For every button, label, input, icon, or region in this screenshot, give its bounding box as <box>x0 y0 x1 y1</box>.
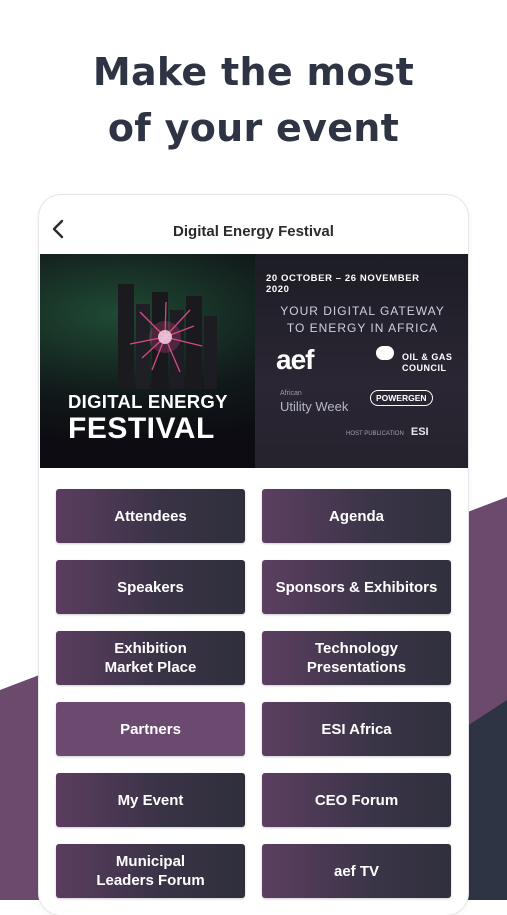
esi-africa-logo: HOST PUBLICATION ESI <box>346 426 429 438</box>
municipal-leaders-forum-button[interactable]: Municipal Leaders Forum <box>56 844 245 898</box>
powergen-logo: POWERGEN <box>370 390 433 406</box>
oil-gas-logo-mark-icon <box>376 346 394 360</box>
ceo-forum-button[interactable]: CEO Forum <box>262 773 451 827</box>
exhibition-market-place-button[interactable]: Exhibition Market Place <box>56 631 245 685</box>
aef-tv-button[interactable]: aef TV <box>262 844 451 898</box>
festival-name-line-2: FESTIVAL <box>68 411 215 445</box>
top-bar: Digital Energy Festival <box>39 195 468 253</box>
tile-label: Attendees <box>114 507 187 525</box>
tile-label: Speakers <box>117 578 184 596</box>
attendees-button[interactable]: Attendees <box>56 489 245 543</box>
skyline-sparkle-graphic <box>118 284 217 389</box>
speakers-button[interactable]: Speakers <box>56 560 245 614</box>
page-title: Digital Energy Festival <box>173 223 334 240</box>
utility-week-logo: African Utility Week <box>280 387 348 413</box>
esi-small: HOST PUBLICATION <box>346 431 404 437</box>
oil-gas-line-1: OIL & GAS <box>402 352 453 362</box>
menu-grid: Attendees Agenda Speakers Sponsors & Exh… <box>56 489 452 898</box>
tile-label: Exhibition Market Place <box>104 640 197 676</box>
tile-label: Agenda <box>328 507 384 525</box>
phone-frame: Digital Energy Festival 20 OCTOBER – 26 … <box>39 195 468 915</box>
event-dates: 20 OCTOBER – 26 NOVEMBER 2020 <box>266 273 420 295</box>
tile-label: Sponsors & Exhibitors <box>275 578 438 596</box>
oil-gas-line-2: COUNCIL <box>402 363 447 373</box>
esi-africa-button[interactable]: ESI Africa <box>262 702 451 756</box>
tile-label: Municipal Leaders Forum <box>96 853 205 889</box>
technology-presentations-button[interactable]: Technology Presentations <box>262 631 451 685</box>
tile-label: My Event <box>117 791 184 809</box>
banner-tagline: YOUR DIGITAL GATEWAY TO ENERGY IN AFRICA <box>275 303 450 337</box>
headline-line-2: of your event <box>107 106 400 150</box>
tagline-line-1: YOUR DIGITAL GATEWAY <box>280 304 445 318</box>
my-event-button[interactable]: My Event <box>56 773 245 827</box>
sponsors-exhibitors-button[interactable]: Sponsors & Exhibitors <box>262 560 451 614</box>
headline: Make the most of your event <box>0 44 507 156</box>
agenda-button[interactable]: Agenda <box>262 489 451 543</box>
oil-gas-council-logo: OIL & GAS COUNCIL <box>376 346 453 374</box>
esi-text: ESI <box>410 426 429 438</box>
tile-label: Technology Presentations <box>306 640 407 676</box>
tile-label: CEO Forum <box>314 791 399 809</box>
utility-week-text: Utility Week <box>280 399 349 414</box>
tile-label: aef TV <box>333 862 379 880</box>
tile-label: Partners <box>120 720 181 738</box>
festival-name-line-1: DIGITAL ENERGY <box>68 391 228 412</box>
headline-line-1: Make the most <box>92 50 415 94</box>
event-banner: 20 OCTOBER – 26 NOVEMBER 2020 YOUR DIGIT… <box>40 254 468 468</box>
festival-name: DIGITAL ENERGY FESTIVAL <box>68 391 258 445</box>
partners-button[interactable]: Partners <box>56 702 245 756</box>
aef-logo: aef <box>276 344 314 375</box>
tagline-line-2: TO ENERGY IN AFRICA <box>286 321 439 335</box>
tile-label: ESI Africa <box>321 720 392 738</box>
